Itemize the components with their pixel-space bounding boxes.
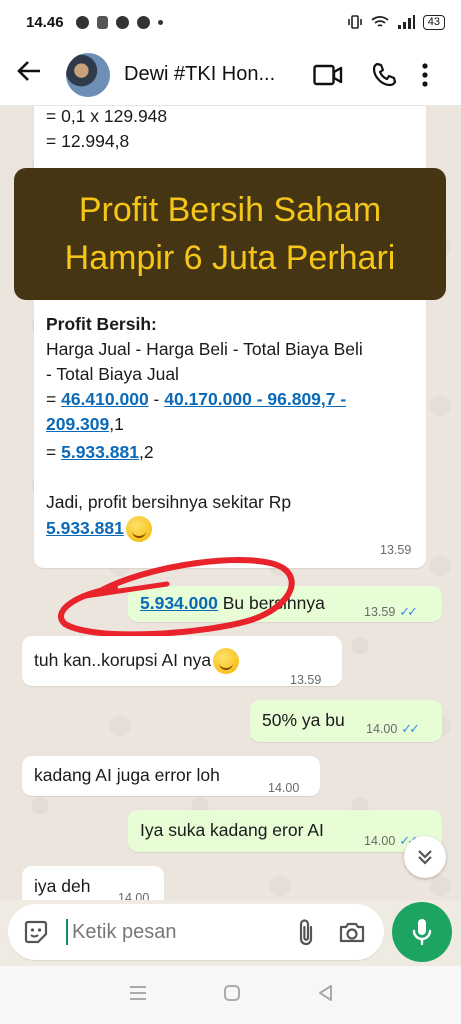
- system-navigation-bar: [0, 966, 461, 1024]
- message-text-line: 5.934.000 Bu bersihnya: [140, 591, 325, 616]
- number-link[interactable]: 5.933.881: [46, 518, 124, 538]
- message-line: = 12.994,8: [46, 131, 130, 151]
- message-timestamp: 13.59: [380, 543, 412, 557]
- message-calc-line: = 46.410.000 - 40.170.000 - 96.809,7 -: [46, 387, 346, 412]
- message-line: = 0,1 x 129.948: [46, 106, 168, 126]
- chat-area[interactable]: = 0,1 x 129.948 = 12.994,8 Profit Bersih…: [0, 106, 461, 900]
- read-ticks-icon: ✓✓: [399, 604, 418, 619]
- chat-header: Dewi #TKI Hon...: [0, 44, 461, 106]
- grin-emoji-icon: [213, 648, 240, 675]
- message-text: kadang AI juga error loh: [34, 765, 220, 785]
- message-meta: 14.00 ✓✓: [366, 716, 420, 742]
- result-suffix: ,2: [138, 442, 154, 462]
- calc-sep: -: [148, 389, 165, 409]
- message-timestamp: 14.00: [268, 781, 300, 795]
- incoming-message[interactable]: kadang AI juga error loh 14.00: [22, 756, 320, 796]
- double-chevron-down-icon: [418, 850, 432, 865]
- contact-name[interactable]: Dewi #TKI Hon...: [124, 63, 292, 86]
- status-time: 14.46: [26, 13, 64, 31]
- message-text: Iya suka kadang eror AI: [140, 820, 324, 840]
- incoming-message[interactable]: iya deh 14.00: [22, 866, 164, 900]
- back-nav-icon[interactable]: [317, 984, 333, 1007]
- home-icon[interactable]: [223, 984, 241, 1007]
- message-composer[interactable]: Ketik pesan: [8, 904, 384, 960]
- more-options-icon[interactable]: [410, 55, 440, 95]
- status-right: 43: [347, 14, 445, 30]
- message-text: iya deh: [34, 876, 91, 896]
- message-text-line: tuh kan..korupsi AI nya: [34, 648, 240, 675]
- message-line: Jadi, profit bersihnya sekitar Rp: [46, 492, 292, 512]
- sticker-icon[interactable]: [22, 918, 50, 946]
- read-ticks-icon: ✓✓: [401, 721, 420, 736]
- message-result-line: = 5.933.881,2: [46, 440, 154, 465]
- alarm-icon: [115, 15, 129, 29]
- message-line: - Total Biaya Jual: [46, 364, 179, 384]
- notification-icon: [96, 15, 108, 29]
- number-link[interactable]: 5.934.000: [140, 593, 218, 613]
- message-input[interactable]: Ketik pesan: [72, 921, 278, 944]
- camera-icon[interactable]: [334, 914, 370, 950]
- back-arrow-icon[interactable]: [16, 58, 48, 91]
- video-call-icon[interactable]: [308, 55, 348, 95]
- calc-suffix: ,1: [109, 414, 124, 434]
- message-timestamp: 14.00: [118, 891, 150, 900]
- attach-paperclip-icon[interactable]: [288, 914, 324, 950]
- message-timestamp: 14.00: [364, 834, 396, 848]
- result-eq: =: [46, 442, 62, 462]
- outgoing-message[interactable]: 50% ya bu 14.00 ✓✓: [250, 700, 442, 742]
- voice-message-button[interactable]: [392, 902, 452, 962]
- status-left: 14.46: [26, 14, 163, 31]
- message-text: 50% ya bu: [262, 710, 345, 730]
- message-timestamp: 14.00: [366, 722, 398, 736]
- headline-banner: Profit Bersih Saham Hampir 6 Juta Perhar…: [14, 168, 446, 300]
- wifi-icon: [371, 16, 389, 27]
- microphone-icon: [412, 919, 432, 946]
- text-cursor: [66, 919, 68, 945]
- avatar[interactable]: [66, 52, 110, 97]
- battery-indicator: 43: [422, 14, 445, 30]
- banner-line: Profit Bersih Saham: [78, 191, 382, 229]
- number-link[interactable]: 40.170.000 - 96.809,7 -: [164, 389, 346, 409]
- messenger-icon: [75, 15, 89, 29]
- voice-call-icon[interactable]: [364, 55, 404, 95]
- message-text: tuh kan..korupsi AI nya: [34, 650, 212, 670]
- signal-icon: [397, 15, 415, 29]
- message-line: Harga Jual - Harga Beli - Total Biaya Be…: [46, 339, 363, 359]
- app-icon: [136, 15, 150, 29]
- banner-line: Hampir 6 Juta Perhari: [64, 239, 396, 277]
- recents-icon[interactable]: [128, 985, 148, 1006]
- calc-eq: =: [46, 389, 62, 409]
- scroll-to-bottom-button[interactable]: [404, 836, 446, 878]
- more-notifications-icon: [157, 19, 163, 25]
- message-calc-line: 209.309,1: [46, 412, 124, 437]
- message-timestamp: 13.59: [290, 673, 322, 687]
- number-link[interactable]: 5.933.881: [61, 442, 139, 462]
- message-heading: Profit Bersih:: [46, 314, 157, 334]
- message-meta: 13.59 ✓✓: [364, 599, 418, 625]
- message-timestamp: 13.59: [364, 605, 396, 619]
- number-link[interactable]: 209.309: [46, 414, 109, 434]
- vibrate-icon: [347, 15, 362, 29]
- number-link[interactable]: 46.410.000: [61, 389, 149, 409]
- outgoing-message[interactable]: Iya suka kadang eror AI 14.00 ✓✓: [128, 810, 442, 852]
- outgoing-message[interactable]: 5.934.000 Bu bersihnya 13.59 ✓✓: [128, 586, 442, 622]
- message-text: Bu bersihnya: [217, 593, 325, 613]
- incoming-message[interactable]: tuh kan..korupsi AI nya 13.59: [22, 636, 342, 687]
- status-bar: 14.46 43: [0, 0, 461, 44]
- smirk-emoji-icon: [125, 516, 152, 543]
- message-summary-line: 5.933.881: [46, 516, 152, 543]
